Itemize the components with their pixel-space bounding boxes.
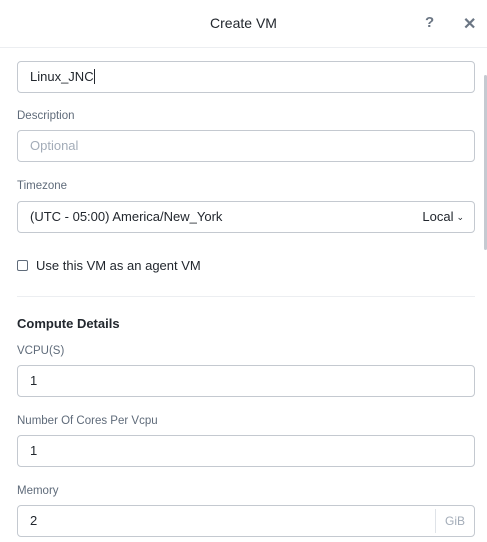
timezone-label: Timezone	[17, 180, 68, 192]
vcpu-label: VCPU(S)	[17, 345, 65, 357]
timezone-mode-dropdown[interactable]: Local ⌄	[422, 202, 464, 232]
section-divider	[17, 296, 475, 297]
agent-vm-label: Use this VM as an agent VM	[36, 258, 201, 273]
timezone-value: (UTC - 05:00) America/New_York	[30, 209, 223, 224]
memory-input[interactable]: 2 GiB	[17, 505, 475, 537]
description-input[interactable]: Optional	[17, 130, 475, 162]
vm-name-input[interactable]: Linux_JNC	[17, 61, 475, 93]
timezone-select[interactable]: (UTC - 05:00) America/New_York Local ⌄	[17, 201, 475, 233]
close-icon[interactable]: ✕	[463, 14, 476, 34]
memory-value: 2	[30, 513, 38, 528]
dialog-header: Create VM ? ✕	[0, 0, 487, 48]
cores-label: Number Of Cores Per Vcpu	[17, 415, 158, 427]
timezone-mode-value: Local	[422, 209, 454, 224]
text-caret	[93, 69, 95, 84]
chevron-down-icon: ⌄	[456, 212, 464, 222]
compute-details-title: Compute Details	[17, 316, 120, 331]
help-icon[interactable]: ?	[425, 14, 434, 31]
dialog-title: Create VM	[210, 15, 277, 31]
vcpu-input[interactable]: 1	[17, 365, 475, 397]
cores-input[interactable]: 1	[17, 435, 475, 467]
vm-name-value: Linux_JNC	[30, 69, 94, 84]
memory-label: Memory	[17, 485, 59, 497]
agent-vm-checkbox[interactable]	[17, 260, 28, 271]
memory-unit: GiB	[434, 509, 474, 533]
description-label: Description	[17, 110, 75, 122]
agent-vm-option[interactable]: Use this VM as an agent VM	[17, 258, 201, 273]
